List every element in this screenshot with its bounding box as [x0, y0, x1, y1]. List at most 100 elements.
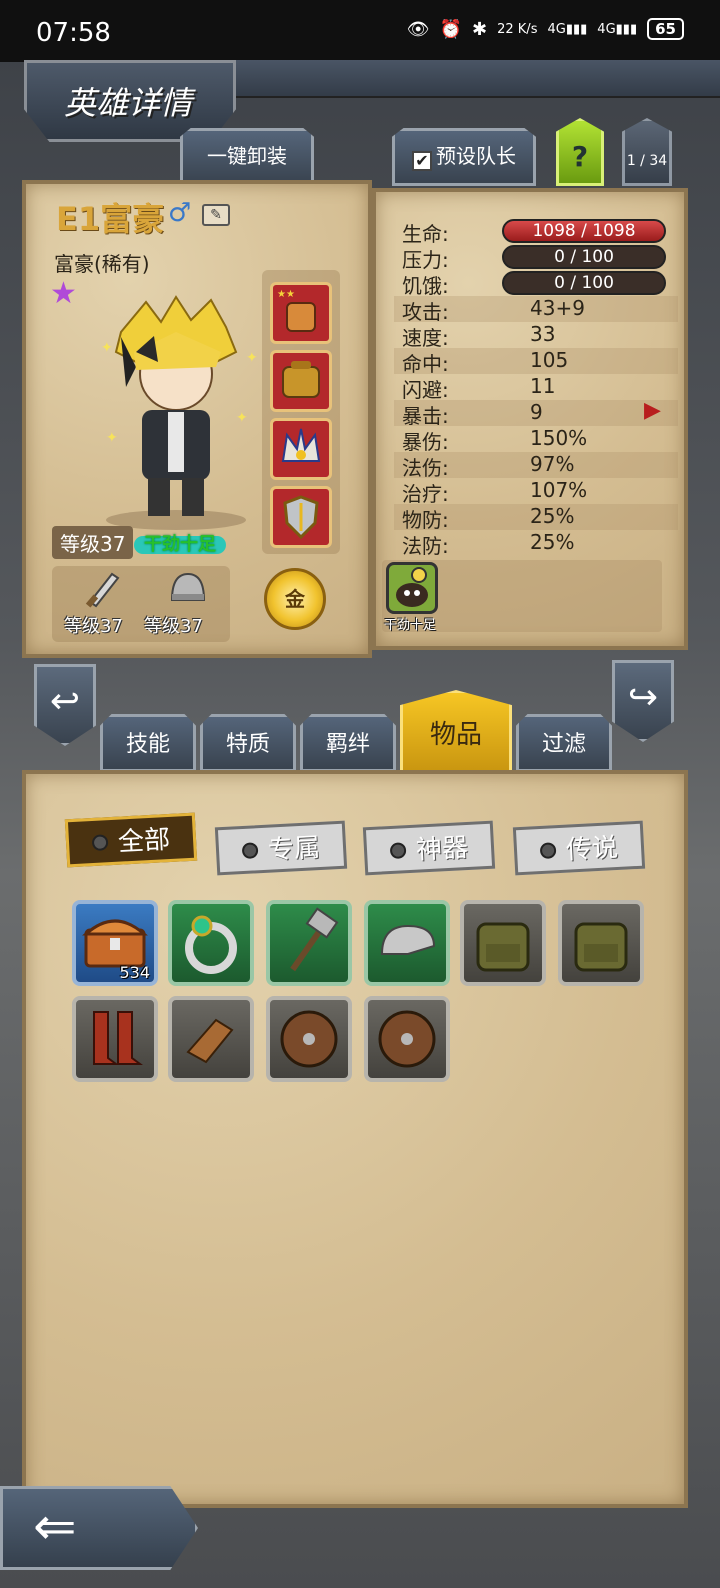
- tab-traits[interactable]: 特质: [200, 714, 296, 772]
- trait-tag: 干劲十足: [134, 536, 226, 554]
- preset-captain-toggle[interactable]: ✔ 预设队长: [392, 128, 536, 186]
- filter-artifact-button[interactable]: 神器: [362, 820, 496, 876]
- item-backpack[interactable]: [460, 900, 546, 986]
- filter-all-button[interactable]: 全部: [64, 812, 198, 868]
- boots-icon: [93, 1011, 143, 1065]
- arrow-right-icon: ↪: [627, 677, 659, 718]
- equip-slot-armor-set[interactable]: ★★: [270, 282, 332, 344]
- helmet-icon[interactable]: [166, 566, 210, 610]
- stat-value: 107%: [530, 478, 588, 502]
- rarity-star-icon: ★: [50, 276, 77, 311]
- stat-row: 暴伤: 150%: [394, 426, 678, 454]
- round-shield-icon: [378, 1010, 436, 1068]
- item-hammer[interactable]: [266, 900, 352, 986]
- stat-row: 速度: 33: [394, 322, 678, 350]
- inventory-panel: 全部 专属 神器 传说 534: [22, 770, 688, 1508]
- edit-name-icon[interactable]: ✎: [202, 204, 230, 226]
- svg-text:★★: ★★: [277, 289, 295, 300]
- checkbox-icon[interactable]: ✔: [412, 151, 432, 171]
- backpack-icon: [476, 922, 530, 972]
- hp-bar: 1098 / 1098: [502, 219, 666, 243]
- hero-class: 富豪(稀有): [54, 252, 150, 276]
- page-indicator: 1 / 34: [622, 118, 672, 186]
- item-ring[interactable]: [168, 900, 254, 986]
- signal-icon: 4G▮▮▮: [547, 21, 588, 37]
- filter-artifact-label: 神器: [415, 832, 469, 866]
- filter-legendary-label: 传说: [565, 832, 619, 866]
- status-time: 07:58: [36, 18, 111, 48]
- page-title: 英雄详情: [64, 84, 193, 122]
- stat-label: 速度:: [402, 326, 449, 350]
- trait-energetic-icon[interactable]: [386, 562, 438, 614]
- alarm-icon: ⏰: [439, 18, 463, 40]
- stat-row: 闪避: 11: [394, 374, 678, 402]
- stat-value: 105: [530, 348, 569, 372]
- stat-label: 暴击:: [402, 404, 449, 428]
- trait-caption: 干劲十足: [384, 618, 437, 633]
- equip-slot-bag[interactable]: [270, 350, 332, 412]
- filter-legendary-button[interactable]: 传说: [512, 820, 646, 876]
- radio-dot-icon: [241, 842, 259, 860]
- stat-hp-label: 生命:: [402, 222, 449, 246]
- ring-icon: [185, 915, 237, 974]
- filter-exclusive-label: 专属: [267, 832, 321, 866]
- trait-box: 干劲十足: [382, 560, 662, 633]
- item-chest[interactable]: 534: [72, 900, 158, 986]
- battery-icon: 65: [647, 18, 684, 40]
- trait-face-icon: [396, 567, 428, 607]
- crown-icon: [281, 428, 321, 462]
- bag-icon: [282, 361, 320, 398]
- svg-text:✦: ✦: [236, 410, 248, 426]
- equip-slot-shield[interactable]: [270, 486, 332, 548]
- stat-hp: 生命: 1098 / 1098: [394, 218, 678, 246]
- stat-row: 法防: 25%: [394, 530, 678, 558]
- stat-label: 法伤:: [402, 456, 449, 480]
- arrow-left-icon: ↩: [49, 681, 81, 722]
- shield-icon: [283, 495, 319, 540]
- stat-stress-label: 压力:: [402, 248, 449, 272]
- stat-row: 命中: 105: [394, 348, 678, 376]
- item-round-shield[interactable]: [364, 996, 450, 1082]
- net-speed: 22 K/s: [497, 21, 538, 37]
- item-helmet[interactable]: [364, 900, 450, 986]
- tab-skills[interactable]: 技能: [100, 714, 196, 772]
- stat-value: 43+9: [530, 296, 585, 320]
- stat-label: 暴伤:: [402, 430, 449, 454]
- unequip-all-button[interactable]: 一键卸装: [180, 128, 314, 186]
- eye-icon: 👁: [406, 18, 430, 40]
- stat-row: 暴击: 9: [394, 400, 678, 428]
- bluetooth-icon: ✱: [472, 18, 488, 40]
- signal-2-label: 4G: [597, 21, 616, 37]
- equipment-column: ★★: [262, 270, 340, 554]
- stress-bar: 0 / 100: [502, 245, 666, 269]
- filter-exclusive-button[interactable]: 专属: [214, 820, 348, 876]
- armor-set-icon: ★★: [277, 289, 316, 332]
- tab-bonds[interactable]: 羁绊: [300, 714, 396, 772]
- header-strip: [236, 60, 720, 98]
- equip-slot-crown[interactable]: [270, 418, 332, 480]
- stat-label: 物防:: [402, 508, 449, 532]
- item-gloves[interactable]: [168, 996, 254, 1082]
- back-button[interactable]: ⇐: [0, 1486, 198, 1570]
- stat-value: 25%: [530, 504, 575, 528]
- filter-all-label: 全部: [117, 824, 171, 858]
- sword-icon[interactable]: [82, 566, 126, 610]
- round-shield-icon: [280, 1010, 338, 1068]
- item-round-shield[interactable]: [266, 996, 352, 1082]
- radio-dot-icon: [91, 834, 109, 852]
- gloves-icon: [186, 1018, 234, 1064]
- help-button[interactable]: ?: [556, 118, 604, 186]
- tab-filter[interactable]: 过滤: [516, 714, 612, 772]
- stat-value: 9: [530, 400, 543, 424]
- gold-coin-button[interactable]: 金: [264, 568, 326, 630]
- gear-box: 等级37 等级37: [52, 566, 230, 642]
- expand-stats-arrow-icon[interactable]: ▶: [644, 398, 661, 423]
- item-boots[interactable]: [72, 996, 158, 1082]
- item-backpack[interactable]: [558, 900, 644, 986]
- stat-value: 11: [530, 374, 556, 398]
- status-icons: 👁 ⏰ ✱ 22 K/s 4G▮▮▮ 4G▮▮▮ 65: [407, 18, 684, 40]
- tab-items[interactable]: 物品: [400, 690, 512, 774]
- trait-tag-label: 干劲十足: [144, 534, 216, 555]
- stat-label: 命中:: [402, 352, 449, 376]
- hero-level: 等级37: [52, 526, 134, 559]
